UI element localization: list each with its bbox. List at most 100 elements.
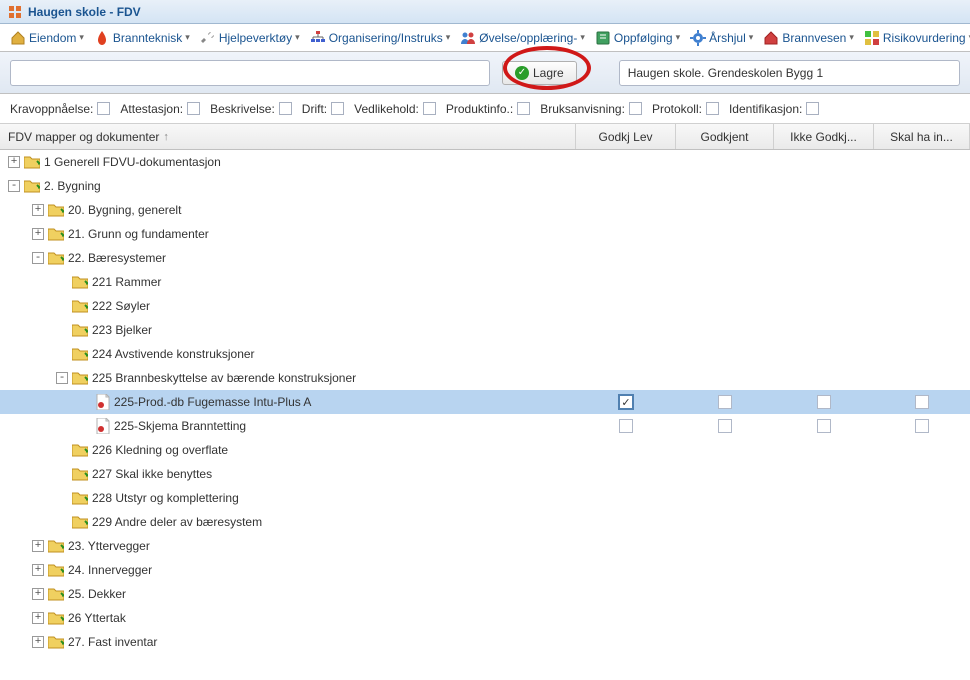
filter-checkbox[interactable] [279, 102, 292, 115]
toolbar-item-organiseringinstruks[interactable]: Organisering/Instruks▾ [306, 28, 455, 48]
toolbar-item-brannteknisk[interactable]: Brannteknisk▾ [90, 28, 194, 48]
tree-folder-row[interactable]: 228 Utstyr og komplettering [0, 486, 970, 510]
folder-icon [48, 611, 64, 625]
toolbar-item-brannvesen[interactable]: Brannvesen▾ [759, 28, 858, 48]
tree-folder-row[interactable]: +24. Innervegger [0, 558, 970, 582]
tree-folder-row[interactable]: +20. Bygning, generelt [0, 198, 970, 222]
expand-icon[interactable]: + [32, 588, 44, 600]
filter-checkbox[interactable] [187, 102, 200, 115]
node-label: 229 Andre deler av bæresystem [92, 515, 262, 529]
collapse-icon[interactable]: - [8, 180, 20, 192]
filter-drift: Drift: [302, 102, 344, 116]
sort-asc-icon: ↑ [163, 131, 169, 143]
filter-label: Drift: [302, 102, 327, 116]
path-text: Haugen skole. Grendeskolen Bygg 1 [628, 66, 823, 80]
toolbar-item-eiendom[interactable]: Eiendom▾ [6, 28, 88, 48]
filter-checkbox[interactable] [806, 102, 819, 115]
node-label: 1 Generell FDVU-dokumentasjon [44, 155, 221, 169]
node-label: 227 Skal ikke benyttes [92, 467, 212, 481]
tree-folder-row[interactable]: -22. Bæresystemer [0, 246, 970, 270]
collapse-icon[interactable]: - [32, 252, 44, 264]
filter-checkbox[interactable] [517, 102, 530, 115]
godkjent-checkbox[interactable] [718, 419, 732, 433]
filter-checkbox[interactable] [331, 102, 344, 115]
col-tree-header[interactable]: FDV mapper og dokumenter ↑ [0, 124, 576, 149]
tree-folder-row[interactable]: 226 Kledning og overflate [0, 438, 970, 462]
tree-doc-row[interactable]: 225-Skjema Branntetting [0, 414, 970, 438]
tree-folder-row[interactable]: 227 Skal ikke benyttes [0, 462, 970, 486]
toolbar-item-risikovurdering[interactable]: Risikovurdering▾ [860, 28, 970, 48]
toolbar-label: Organisering/Instruks [329, 31, 443, 45]
ikke-godkj-checkbox[interactable] [817, 419, 831, 433]
folder-icon [72, 299, 88, 313]
godkjent-checkbox[interactable] [718, 395, 732, 409]
ikke-godkj-checkbox[interactable] [817, 395, 831, 409]
tree-panel[interactable]: +1 Generell FDVU-dokumentasjon-2. Bygnin… [0, 150, 970, 680]
path-field[interactable]: Haugen skole. Grendeskolen Bygg 1 [619, 60, 960, 86]
node-label: 25. Dekker [68, 587, 126, 601]
col-godkjent-header[interactable]: Godkjent [676, 124, 774, 149]
tree-folder-row[interactable]: 223 Bjelker [0, 318, 970, 342]
tree-folder-row[interactable]: +25. Dekker [0, 582, 970, 606]
collapse-icon[interactable]: - [56, 372, 68, 384]
toolbar-item-hjelpeverkty[interactable]: Hjelpeverktøy▾ [196, 28, 304, 48]
col-godkj-lev-header[interactable]: Godkj Lev [576, 124, 676, 149]
filter-kravoppnelse: Kravoppnåelse: [10, 102, 110, 116]
filter-row: Kravoppnåelse:Attestasjon:Beskrivelse:Dr… [0, 94, 970, 124]
toolbar-item-oppflging[interactable]: Oppfølging▾ [591, 28, 684, 48]
chevron-down-icon: ▾ [79, 32, 84, 43]
search-input[interactable] [10, 60, 490, 86]
save-button[interactable]: ✓ Lagre [502, 61, 577, 85]
expand-icon[interactable]: + [32, 228, 44, 240]
expand-icon[interactable]: + [32, 564, 44, 576]
folder-icon [72, 323, 88, 337]
skal-ha-checkbox[interactable] [915, 419, 929, 433]
tree-folder-row[interactable]: +1 Generell FDVU-dokumentasjon [0, 150, 970, 174]
filter-checkbox[interactable] [706, 102, 719, 115]
col-skal-ha-header[interactable]: Skal ha in... [874, 124, 970, 149]
filter-label: Protokoll: [652, 102, 702, 116]
app-logo-icon [8, 5, 22, 19]
gear-icon [690, 30, 706, 46]
col-ikke-godkj-header[interactable]: Ikke Godkj... [774, 124, 874, 149]
titlebar: Haugen skole - FDV [0, 0, 970, 24]
tree-folder-row[interactable]: 222 Søyler [0, 294, 970, 318]
godkj-lev-checkbox[interactable] [619, 419, 633, 433]
tree-folder-row[interactable]: +23. Yttervegger [0, 534, 970, 558]
filter-checkbox[interactable] [97, 102, 110, 115]
tree-folder-row[interactable]: -225 Brannbeskyttelse av bærende konstru… [0, 366, 970, 390]
tree-folder-row[interactable]: 221 Rammer [0, 270, 970, 294]
expand-icon[interactable]: + [32, 636, 44, 648]
node-label: 23. Yttervegger [68, 539, 150, 553]
tree-folder-row[interactable]: +21. Grunn og fundamenter [0, 222, 970, 246]
tree-doc-row[interactable]: 225-Prod.-db Fugemasse Intu-Plus A✓ [0, 390, 970, 414]
tree-folder-row[interactable]: +26 Yttertak [0, 606, 970, 630]
filter-checkbox[interactable] [423, 102, 436, 115]
node-label: 224 Avstivende konstruksjoner [92, 347, 255, 361]
toolbar-label: Risikovurdering [883, 31, 966, 45]
expand-icon[interactable]: + [32, 204, 44, 216]
toolbar-item-rshjul[interactable]: Årshjul▾ [686, 28, 757, 48]
tree-folder-row[interactable]: -2. Bygning [0, 174, 970, 198]
folder-icon [72, 443, 88, 457]
tree-folder-row[interactable]: 224 Avstivende konstruksjoner [0, 342, 970, 366]
folder-icon [48, 251, 64, 265]
tree-folder-row[interactable]: +27. Fast inventar [0, 630, 970, 654]
chevron-down-icon: ▾ [295, 32, 300, 43]
expand-icon[interactable]: + [8, 156, 20, 168]
filter-checkbox[interactable] [629, 102, 642, 115]
tree-folder-row[interactable]: 229 Andre deler av bæresystem [0, 510, 970, 534]
chevron-down-icon: ▾ [676, 32, 681, 43]
search-row: ✓ Lagre Haugen skole. Grendeskolen Bygg … [0, 52, 970, 94]
node-label: 226 Kledning og overflate [92, 443, 228, 457]
expand-icon[interactable]: + [32, 540, 44, 552]
toolbar-label: Oppfølging [614, 31, 673, 45]
toolbar-label: Hjelpeverktøy [219, 31, 292, 45]
check-circle-icon: ✓ [515, 66, 529, 80]
book-icon [595, 30, 611, 46]
skal-ha-checkbox[interactable] [915, 395, 929, 409]
godkj-lev-checkbox[interactable]: ✓ [619, 395, 633, 409]
expand-icon[interactable]: + [32, 612, 44, 624]
toolbar-item-velseopplring[interactable]: Øvelse/opplæring-▾ [456, 28, 589, 48]
toolbar-label: Eiendom [29, 31, 76, 45]
